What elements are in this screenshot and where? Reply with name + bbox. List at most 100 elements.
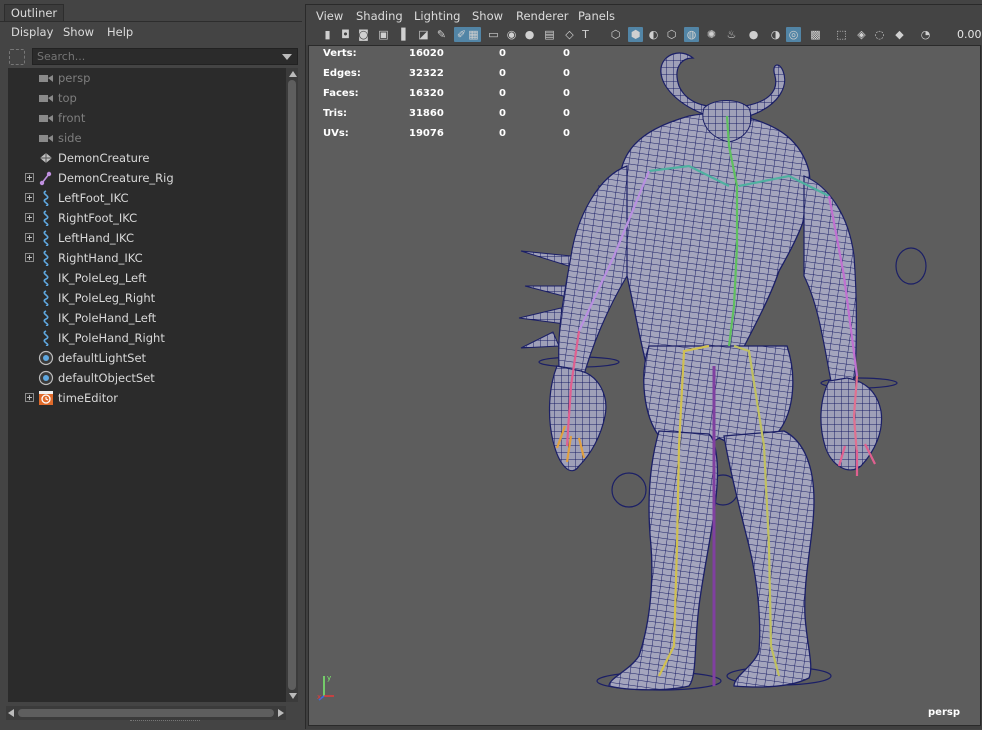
menu-show[interactable]: Show xyxy=(472,9,503,23)
chevron-down-icon[interactable] xyxy=(282,54,292,60)
search-input[interactable] xyxy=(32,48,298,65)
outliner-item[interactable]: IK_PoleLeg_Left xyxy=(8,268,286,288)
shadows-icon[interactable]: ♨ xyxy=(724,27,739,42)
isolate-select-icon[interactable]: ⬚ xyxy=(834,27,849,42)
menu-shading[interactable]: Shading xyxy=(356,9,403,23)
scroll-up-arrow-icon[interactable] xyxy=(289,71,297,77)
camera-attr-icon[interactable]: ▣ xyxy=(376,27,391,42)
horizontal-scrollbar[interactable] xyxy=(6,706,286,720)
scroll-right-arrow-icon[interactable] xyxy=(278,709,284,717)
outliner-item[interactable]: RightFoot_IKC xyxy=(8,208,286,228)
set-icon xyxy=(38,370,54,386)
antialias-icon[interactable]: ▩ xyxy=(808,27,823,42)
wireframe-on-shaded-icon[interactable]: ⬡ xyxy=(664,27,679,42)
menu-help[interactable]: Help xyxy=(107,25,133,39)
outliner-tab[interactable]: Outliner xyxy=(4,4,64,22)
menu-view[interactable]: View xyxy=(316,9,343,23)
outliner-item[interactable]: DemonCreature_Rig xyxy=(8,168,286,188)
camera-select-icon[interactable]: ◘ xyxy=(338,27,353,42)
outliner-item-label: IK_PoleLeg_Right xyxy=(58,291,156,305)
outliner-item[interactable]: IK_PoleHand_Left xyxy=(8,308,286,328)
outliner-item-label: persp xyxy=(58,71,91,85)
outliner-item[interactable]: RightHand_IKC xyxy=(8,248,286,268)
wireframe-icon[interactable]: ⬡ xyxy=(608,27,623,42)
outliner-item[interactable]: IK_PoleHand_Right xyxy=(8,328,286,348)
backface-cull-icon[interactable]: ◆ xyxy=(892,27,907,42)
menu-show[interactable]: Show xyxy=(63,25,94,39)
outliner-item-label: side xyxy=(58,131,82,145)
expand-icon[interactable] xyxy=(25,193,34,202)
ambient-occlusion-icon[interactable]: ◑ xyxy=(768,27,783,42)
xray-icon[interactable]: ◍ xyxy=(684,27,699,42)
image-plane-icon[interactable]: ◪ xyxy=(416,27,431,42)
outliner-item[interactable]: persp xyxy=(8,68,286,88)
menu-renderer[interactable]: Renderer xyxy=(516,9,569,23)
xray-active-icon[interactable]: ◌ xyxy=(872,27,887,42)
filter-icon[interactable] xyxy=(9,49,25,65)
menu-display[interactable]: Display xyxy=(11,25,53,39)
gamma-icon[interactable]: ◔ xyxy=(918,27,933,42)
outliner-item[interactable]: front xyxy=(8,108,286,128)
curve-icon xyxy=(38,250,54,267)
outliner-item[interactable]: LeftFoot_IKC xyxy=(8,188,286,208)
camera-lock-icon[interactable]: ◙ xyxy=(356,27,371,42)
grease-pencil-icon[interactable]: ✎ xyxy=(434,27,449,42)
scroll-thumb-horizontal[interactable] xyxy=(18,709,274,717)
motion-blur-icon[interactable]: ◎ xyxy=(786,27,801,42)
field-chart-icon[interactable]: ▤ xyxy=(542,27,557,42)
outliner-item[interactable]: IK_PoleLeg_Right xyxy=(8,288,286,308)
pole-leg-left[interactable] xyxy=(611,472,647,508)
xray-joints-icon[interactable]: ◈ xyxy=(854,27,869,42)
expand-icon[interactable] xyxy=(25,213,34,222)
camera-icon[interactable]: ▮ xyxy=(320,27,335,42)
bookmark-icon[interactable]: ▌ xyxy=(398,27,413,42)
grid-icon[interactable]: ▦ xyxy=(466,27,481,42)
joint-icon xyxy=(38,170,54,186)
resolution-gate-icon[interactable]: ◉ xyxy=(504,27,519,42)
outliner-item[interactable]: LeftHand_IKC xyxy=(8,228,286,248)
exposure-field[interactable]: 0.00 xyxy=(957,28,982,42)
outliner-item[interactable]: top xyxy=(8,88,286,108)
svg-text:y: y xyxy=(327,674,331,682)
resize-grip[interactable] xyxy=(130,720,200,724)
scroll-down-arrow-icon[interactable] xyxy=(289,693,297,699)
search-row xyxy=(6,47,298,67)
camera-icon xyxy=(38,110,54,126)
vertical-scrollbar[interactable] xyxy=(286,68,298,702)
outliner-item-label: front xyxy=(58,111,86,125)
outliner-item-label: DemonCreature_Rig xyxy=(58,171,174,185)
expand-icon[interactable] xyxy=(25,393,34,402)
menu-panels[interactable]: Panels xyxy=(578,9,615,23)
curve-icon xyxy=(38,330,54,347)
camera-icon xyxy=(38,90,54,106)
outliner-item[interactable]: DemonCreature xyxy=(8,148,286,168)
expand-icon[interactable] xyxy=(25,233,34,242)
safe-title-icon[interactable]: T xyxy=(578,27,593,42)
character-render xyxy=(518,52,927,691)
gate-mask-icon[interactable]: ● xyxy=(522,27,537,42)
default-material-icon[interactable]: ◐ xyxy=(646,27,661,42)
viewport-canvas[interactable]: Verts: 16020 0 0 Edges: 32322 0 0 Faces: 16320 0 0 T… xyxy=(308,45,981,726)
outliner-item[interactable]: timeEditor xyxy=(8,388,286,408)
use-all-lights-icon[interactable]: ✺ xyxy=(704,27,719,42)
sphere-icon[interactable]: ● xyxy=(746,27,761,42)
scroll-left-arrow-icon[interactable] xyxy=(8,709,14,717)
menu-lighting[interactable]: Lighting xyxy=(414,9,460,23)
expand-icon[interactable] xyxy=(25,173,34,182)
curve-icon xyxy=(38,230,54,247)
outliner-item-label: IK_PoleLeg_Left xyxy=(58,271,147,285)
safe-action-icon[interactable]: ◇ xyxy=(562,27,577,42)
pole-hand-right[interactable] xyxy=(895,247,927,285)
outliner-item[interactable]: defaultLightSet xyxy=(8,348,286,368)
film-gate-icon[interactable]: ▭ xyxy=(486,27,501,42)
curve-icon xyxy=(38,290,54,307)
outliner-item[interactable]: side xyxy=(8,128,286,148)
outliner-item-label: RightFoot_IKC xyxy=(58,211,138,225)
outliner-item-label: RightHand_IKC xyxy=(58,251,143,265)
expand-icon[interactable] xyxy=(25,253,34,262)
scroll-thumb[interactable] xyxy=(288,80,296,690)
axis-gizmo-icon: y x xyxy=(317,674,334,701)
outliner-item[interactable]: defaultObjectSet xyxy=(8,368,286,388)
set-icon xyxy=(38,350,54,366)
smooth-shade-icon[interactable]: ⬢ xyxy=(628,27,643,42)
